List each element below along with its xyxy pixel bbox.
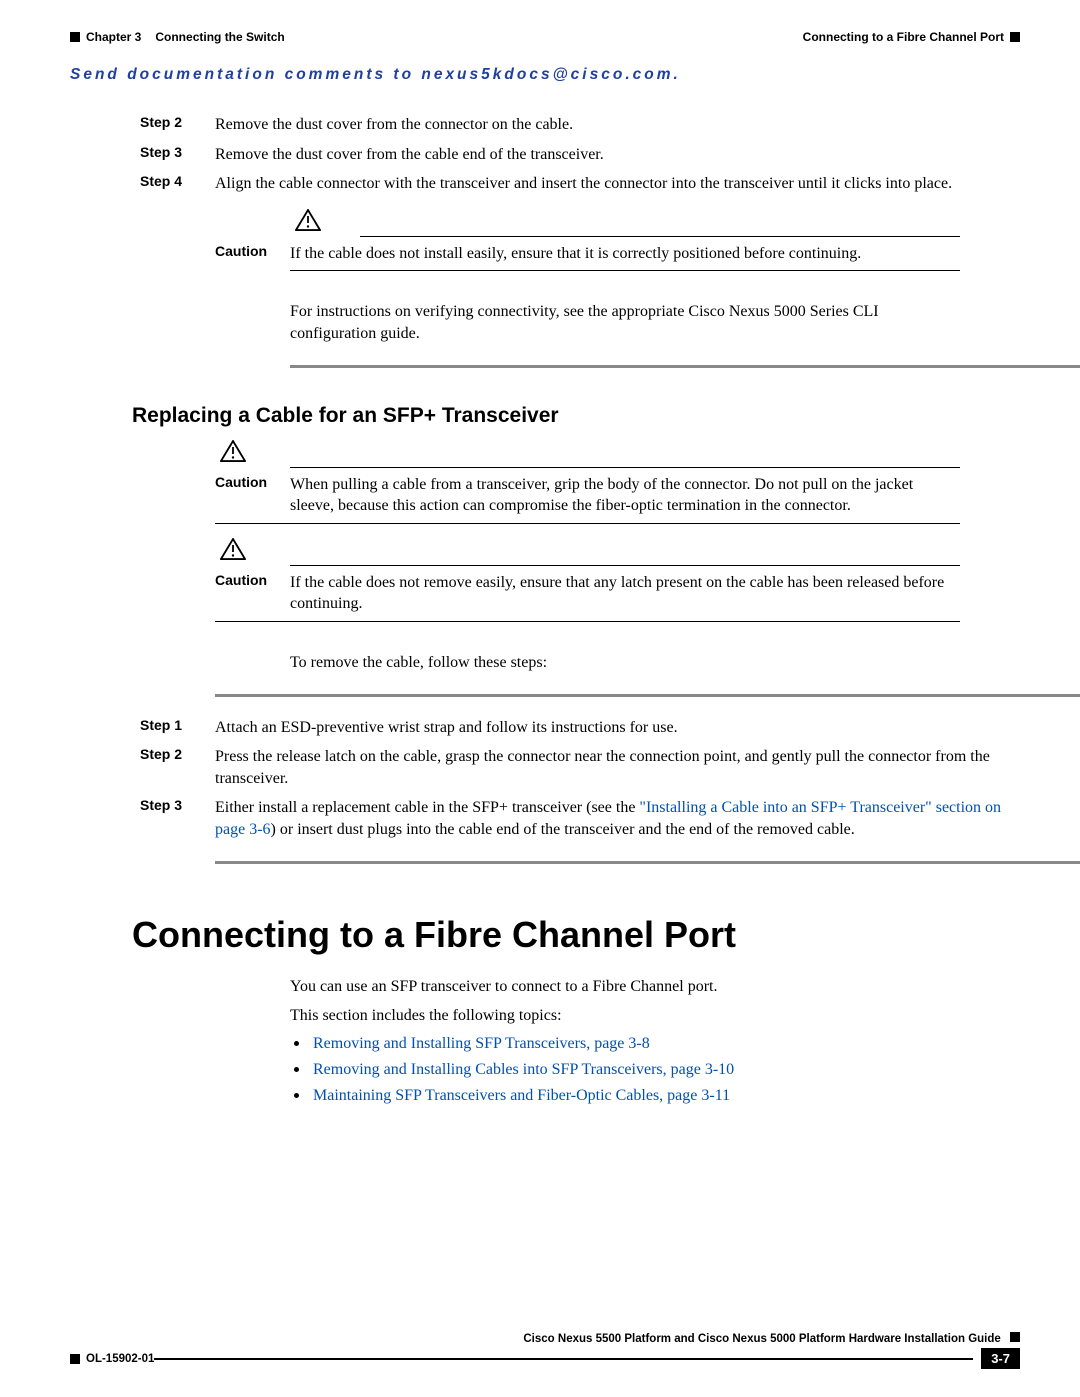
step-row: Step 3 Either install a replacement cabl…	[70, 797, 1020, 840]
caution-text: If the cable does not remove easily, ens…	[290, 572, 960, 615]
caution-label: Caution	[215, 572, 290, 588]
caution-icon	[295, 209, 321, 231]
step-label: Step 1	[140, 717, 215, 733]
section-divider	[215, 861, 1080, 864]
toc-link[interactable]: Removing and Installing Cables into SFP …	[313, 1061, 734, 1079]
footer-rule	[154, 1358, 973, 1360]
heading-replacing-cable: Replacing a Cable for an SFP+ Transceive…	[132, 404, 1020, 428]
bullet-icon	[294, 1067, 299, 1072]
step-text: Press the release latch on the cable, gr…	[215, 746, 1020, 789]
footer-decor	[70, 1354, 80, 1364]
header-left: Chapter 3 Connecting the Switch	[70, 30, 285, 44]
caution-text: When pulling a cable from a transceiver,…	[290, 474, 960, 517]
step-text: Remove the dust cover from the cable end…	[215, 144, 1020, 166]
step-label: Step 2	[140, 114, 215, 130]
bullet-icon	[294, 1093, 299, 1098]
toc-link[interactable]: Removing and Installing SFP Transceivers…	[313, 1035, 650, 1053]
footer-decor	[1010, 1332, 1020, 1342]
header-decor	[1010, 32, 1020, 42]
body-paragraph: This section includes the following topi…	[290, 1005, 960, 1027]
section-divider	[290, 365, 1080, 368]
body-paragraph: To remove the cable, follow these steps:	[290, 652, 960, 674]
section-title: Connecting to a Fibre Channel Port	[803, 30, 1004, 44]
step-label: Step 4	[140, 173, 215, 189]
page-header: Chapter 3 Connecting the Switch Connecti…	[70, 30, 1020, 44]
caution-label: Caution	[215, 243, 290, 259]
toc-link[interactable]: Maintaining SFP Transceivers and Fiber-O…	[313, 1087, 730, 1105]
send-comments-banner: Send documentation comments to nexus5kdo…	[70, 66, 1020, 84]
section-divider	[215, 694, 1080, 697]
footer-title: Cisco Nexus 5500 Platform and Cisco Nexu…	[523, 1333, 1000, 1345]
page-footer: Cisco Nexus 5500 Platform and Cisco Nexu…	[70, 1332, 1020, 1369]
bullet-item: Removing and Installing Cables into SFP …	[290, 1061, 960, 1079]
step-text-part: ) or insert dust plugs into the cable en…	[271, 821, 855, 838]
caution-label: Caution	[215, 474, 290, 490]
header-decor	[70, 32, 80, 42]
bullet-item: Removing and Installing SFP Transceivers…	[290, 1035, 960, 1053]
body-paragraph: You can use an SFP transceiver to connec…	[290, 976, 960, 998]
step-label: Step 3	[140, 797, 215, 813]
step-text: Attach an ESD-preventive wrist strap and…	[215, 717, 1020, 739]
caution-block: Caution When pulling a cable from a tran…	[70, 440, 1020, 524]
chapter-number: Chapter 3	[86, 30, 141, 44]
step-row: Step 4 Align the cable connector with th…	[70, 173, 1020, 195]
step-text: Remove the dust cover from the connector…	[215, 114, 1020, 136]
caution-icon	[220, 538, 246, 560]
step-label: Step 2	[140, 746, 215, 762]
step-text-part: Either install a replacement cable in th…	[215, 799, 639, 816]
caution-block: Caution If the cable does not install ea…	[70, 209, 1020, 272]
page-number: 3-7	[981, 1348, 1020, 1369]
chapter-title: Connecting the Switch	[155, 30, 284, 44]
step-row: Step 3 Remove the dust cover from the ca…	[70, 144, 1020, 166]
caution-icon	[220, 440, 246, 462]
heading-connecting-fibre: Connecting to a Fibre Channel Port	[132, 914, 1020, 956]
step-row: Step 2 Remove the dust cover from the co…	[70, 114, 1020, 136]
step-row: Step 2 Press the release latch on the ca…	[70, 746, 1020, 789]
bullet-icon	[294, 1041, 299, 1046]
step-label: Step 3	[140, 144, 215, 160]
caution-text: If the cable does not install easily, en…	[290, 243, 1010, 265]
bullet-item: Maintaining SFP Transceivers and Fiber-O…	[290, 1087, 960, 1105]
step-text: Either install a replacement cable in th…	[215, 797, 1020, 840]
body-paragraph: For instructions on verifying connectivi…	[290, 301, 960, 344]
caution-block: Caution If the cable does not remove eas…	[70, 538, 1020, 622]
step-text: Align the cable connector with the trans…	[215, 173, 1020, 195]
footer-doc-id: OL-15902-01	[86, 1353, 154, 1365]
step-row: Step 1 Attach an ESD-preventive wrist st…	[70, 717, 1020, 739]
header-right: Connecting to a Fibre Channel Port	[803, 30, 1020, 44]
